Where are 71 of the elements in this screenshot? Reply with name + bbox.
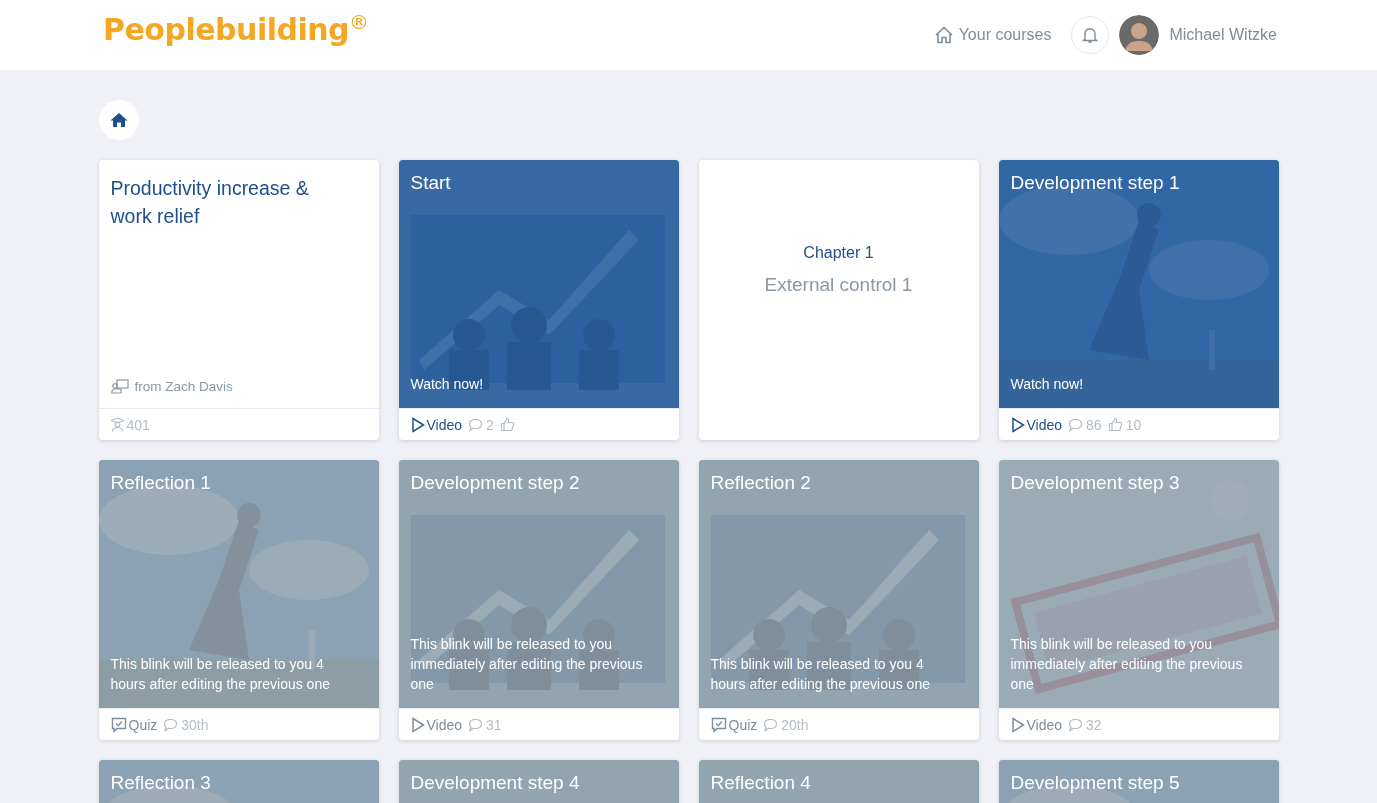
graduate-icon (110, 417, 124, 432)
play-icon (1010, 716, 1025, 733)
blink-card[interactable]: Development step 4 (398, 760, 679, 803)
blink-type: Video (1026, 416, 1063, 433)
blink-type: Video (426, 716, 463, 733)
blink-message: Watch now! (1010, 375, 1085, 394)
blink-message: This blink will be released to you immediately after editing the previous one (410, 635, 644, 694)
course-card[interactable]: Productivity increase & work relief from Zach Davis 401 (98, 160, 379, 440)
user-name[interactable]: Michael Witzke (1169, 26, 1277, 44)
avatar[interactable] (1119, 15, 1160, 55)
comment-icon (468, 417, 484, 432)
blink-type: Video (426, 416, 463, 433)
thumbs-up-icon[interactable] (1107, 417, 1123, 432)
play-icon (410, 716, 425, 733)
blink-card[interactable]: Development step 2 This blink will be released to you immediately after editing the previous one Video 31 (398, 460, 679, 740)
blink-message: This blink will be released to you 4 hours after editing the previous one (710, 655, 931, 694)
blink-title: Development step 4 (410, 772, 580, 794)
play-icon (410, 416, 425, 433)
comment-icon (1068, 417, 1084, 432)
blink-title: Reflection 3 (110, 772, 211, 794)
blink-title: Reflection 2 (710, 472, 811, 494)
blink-message: Watch now! (410, 375, 485, 394)
blink-card[interactable]: Reflection 4 (698, 760, 979, 803)
blink-title: Development step 1 (1010, 172, 1180, 194)
home-icon (933, 26, 954, 44)
play-icon (1010, 416, 1025, 433)
blink-type: Video (1026, 716, 1063, 733)
notifications-button[interactable] (1071, 16, 1110, 54)
comment-icon (763, 717, 779, 732)
course-title: Productivity increase & work relief (110, 176, 310, 229)
blink-title: Reflection 1 (110, 472, 211, 494)
blink-message: This blink will be released to you 4 hours after editing the previous one (110, 655, 331, 694)
comment-icon (1068, 717, 1084, 732)
teacher-icon (110, 379, 129, 394)
comment-icon (163, 717, 179, 732)
chapter-card[interactable]: Chapter 1 External control 1 (698, 160, 979, 440)
blink-title: Reflection 4 (710, 772, 811, 794)
comment-icon (468, 717, 484, 732)
blink-card[interactable]: Development step 3 This blink will be released to you immediately after editing the previous one Video 32 (998, 460, 1279, 740)
comment-count: 32 (1086, 716, 1102, 733)
blink-message: This blink will be released to you immediately after editing the previous one (1010, 635, 1244, 694)
blink-title: Development step 5 (1010, 772, 1180, 794)
learner-count: 401 (126, 416, 150, 433)
blink-title: Development step 3 (1010, 472, 1180, 494)
blink-title: Start (410, 172, 451, 194)
home-button[interactable] (98, 100, 139, 140)
comment-count: 2 (486, 416, 494, 433)
quiz-icon (110, 716, 127, 733)
like-count: 10 (1125, 416, 1142, 433)
blink-type: Quiz (128, 716, 158, 733)
thumbs-up-icon[interactable] (499, 417, 515, 432)
bell-icon (1082, 26, 1099, 44)
blink-title: Development step 2 (410, 472, 580, 494)
blink-card[interactable]: Reflection 3 (98, 760, 379, 803)
comment-count: 31 (486, 716, 502, 733)
blink-card[interactable]: Development step 5 (998, 760, 1279, 803)
comment-count: 30th (181, 716, 209, 733)
blink-card[interactable]: Start Watch now! Video 2 (398, 160, 679, 440)
blink-card[interactable]: Reflection 1 This blink will be released to you 4 hours after editing the previous one Quiz 30th (98, 460, 379, 740)
logo[interactable]: Peoplebuilding$^{®}$ (103, 9, 369, 47)
comment-count: 86 (1086, 416, 1102, 433)
comment-count: 20th (781, 716, 809, 733)
home-icon (109, 112, 128, 128)
chapter-label: Chapter 1 (803, 244, 874, 262)
chapter-title: External control 1 (764, 274, 913, 296)
blink-card[interactable]: Development step 1 Watch now! Video 86 10 (998, 160, 1279, 440)
author-text: from Zach Davis (134, 379, 233, 394)
blink-type: Quiz (728, 716, 758, 733)
quiz-icon (710, 716, 727, 733)
your-courses-link[interactable]: Your courses (933, 26, 1052, 44)
blink-card[interactable]: Reflection 2 This blink will be released to you 4 hours after editing the previous one Quiz 20th (698, 460, 979, 740)
